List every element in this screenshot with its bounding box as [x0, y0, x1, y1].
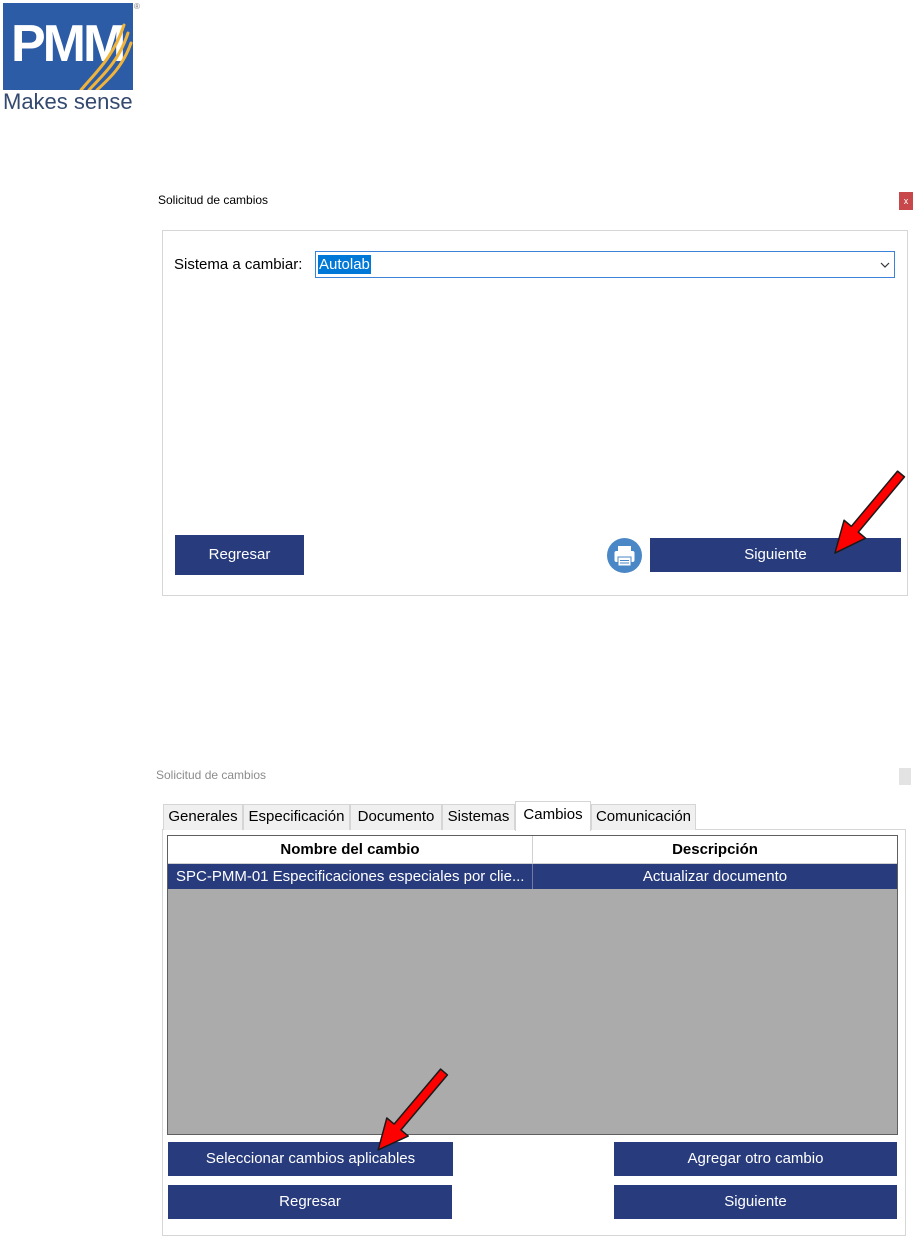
- cell-descripcion[interactable]: Actualizar documento: [533, 864, 897, 889]
- select-changes-button[interactable]: Seleccionar cambios aplicables: [168, 1142, 453, 1176]
- back-button[interactable]: Regresar: [175, 535, 304, 575]
- logo-tagline: Makes sense: [3, 89, 133, 114]
- cell-nombre[interactable]: SPC-PMM-01 Especificaciones especiales p…: [168, 864, 533, 889]
- close-button[interactable]: x: [899, 192, 913, 210]
- registered-mark: ®: [134, 2, 140, 11]
- dialog-title: Solicitud de cambios: [156, 768, 267, 782]
- printer-icon: [607, 538, 642, 573]
- column-header-nombre[interactable]: Nombre del cambio: [168, 836, 533, 864]
- tab-sistemas[interactable]: Sistemas: [442, 804, 515, 830]
- dialog-title: Solicitud de cambios: [158, 193, 269, 207]
- changes-table[interactable]: Nombre del cambio Descripción SPC-PMM-01…: [167, 835, 898, 1135]
- back-button[interactable]: Regresar: [168, 1185, 452, 1219]
- table-header: Nombre del cambio Descripción: [168, 836, 897, 864]
- system-select[interactable]: Autolab: [315, 251, 895, 278]
- chevron-down-icon[interactable]: [880, 260, 890, 270]
- column-header-descripcion[interactable]: Descripción: [533, 836, 897, 864]
- add-change-button[interactable]: Agregar otro cambio: [614, 1142, 897, 1176]
- pmm-logo-mark: PMM: [3, 3, 133, 92]
- pmm-logo: PMM: [3, 3, 133, 92]
- tab-especificacion[interactable]: Especificación: [243, 804, 350, 830]
- system-field-label: Sistema a cambiar:: [174, 256, 303, 273]
- tab-generales[interactable]: Generales: [163, 804, 243, 830]
- tab-comunicacion[interactable]: Comunicación: [591, 804, 696, 830]
- print-button[interactable]: [607, 538, 642, 573]
- next-button[interactable]: Siguiente: [650, 538, 901, 572]
- next-button[interactable]: Siguiente: [614, 1185, 897, 1219]
- tab-documento[interactable]: Documento: [350, 804, 442, 830]
- table-row[interactable]: SPC-PMM-01 Especificaciones especiales p…: [168, 864, 897, 889]
- system-select-value: Autolab: [318, 255, 371, 274]
- close-button[interactable]: [899, 768, 911, 785]
- logo-wordmark: PMM: [11, 15, 123, 73]
- tab-cambios[interactable]: Cambios: [515, 801, 591, 831]
